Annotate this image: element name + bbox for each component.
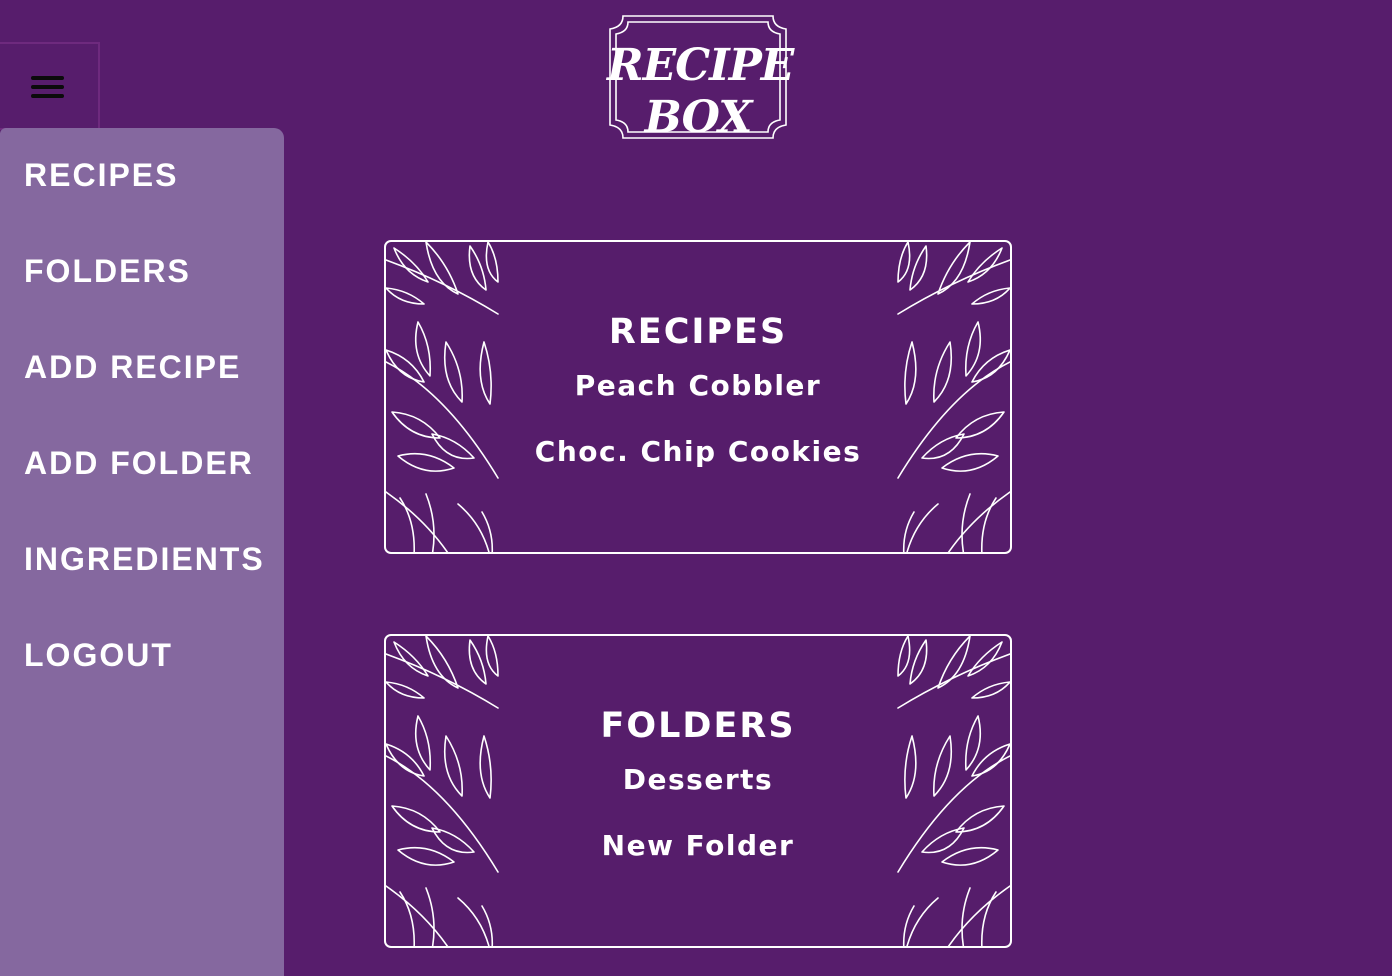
recipes-card-title: RECIPES <box>608 312 788 352</box>
recipe-link-choc-chip-cookies[interactable]: Choc. Chip Cookies <box>386 435 1010 469</box>
sidebar-item-ingredients[interactable]: INGREDIENTS <box>24 539 265 579</box>
recipe-box-logo[interactable]: RECIPE BOX <box>607 13 794 143</box>
recipes-card[interactable]: RECIPES Peach Cobbler Choc. Chip Cookies <box>384 240 1012 554</box>
folder-link-new-folder[interactable]: New Folder <box>386 829 1010 863</box>
folder-link-desserts[interactable]: Desserts <box>386 763 1010 797</box>
folders-card[interactable]: FOLDERS Desserts New Folder <box>384 634 1012 948</box>
folders-card-title: FOLDERS <box>600 706 796 746</box>
menu-toggle-button[interactable] <box>0 42 100 130</box>
sidebar-item-add-recipe[interactable]: ADD RECIPE <box>24 347 241 387</box>
logo-text-line1: RECIPE <box>607 40 794 91</box>
page: RECIPES FOLDERS ADD RECIPE ADD FOLDER IN… <box>0 0 1392 976</box>
sidebar-item-recipes[interactable]: RECIPES <box>24 155 178 195</box>
sidebar-item-folders[interactable]: FOLDERS <box>24 251 191 291</box>
logo-text-line2: BOX <box>644 92 753 143</box>
recipe-link-peach-cobbler[interactable]: Peach Cobbler <box>386 369 1010 403</box>
sidebar-item-add-folder[interactable]: ADD FOLDER <box>24 443 254 483</box>
sidebar-menu: RECIPES FOLDERS ADD RECIPE ADD FOLDER IN… <box>0 128 284 976</box>
sidebar-item-logout[interactable]: LOGOUT <box>24 635 173 675</box>
